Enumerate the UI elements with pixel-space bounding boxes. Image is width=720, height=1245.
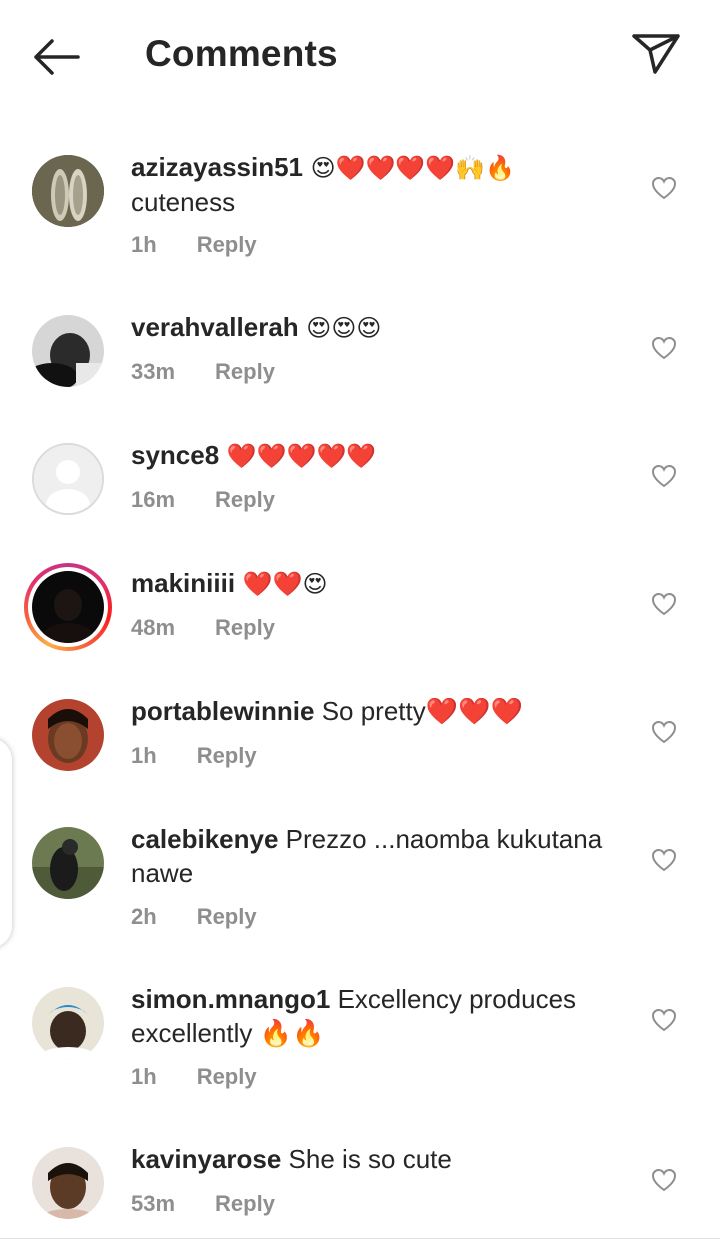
comment-username[interactable]: verahvallerah [131, 312, 299, 342]
comment-text: calebikenye Prezzo ...naomba kukutana na… [131, 822, 631, 890]
comment-meta: 53m Reply [131, 1191, 275, 1217]
avatar[interactable] [32, 443, 104, 515]
comment-text: synce8 ❤️❤️❤️❤️❤️ [131, 438, 631, 473]
like-button[interactable] [651, 336, 677, 360]
comment-content: Excellency produces [330, 984, 577, 1014]
comment-username[interactable]: calebikenye [131, 824, 278, 854]
avatar[interactable] [32, 315, 104, 387]
like-button[interactable] [651, 464, 677, 488]
comment-meta: 1h Reply [131, 743, 257, 769]
comment-meta: 16m Reply [131, 487, 275, 513]
comment-content-line2: excellently 🔥🔥 [131, 1018, 325, 1048]
edge-panel-handle[interactable] [0, 738, 12, 948]
comment-username[interactable]: makiniiii [131, 568, 235, 598]
comment-time: 33m [131, 359, 176, 384]
like-button[interactable] [651, 1168, 677, 1192]
reply-button[interactable]: Reply [215, 1191, 275, 1216]
comment-text: portablewinnie So pretty❤️❤️❤️ [131, 694, 631, 728]
comment-time: 48m [131, 615, 176, 640]
avatar[interactable] [32, 155, 104, 227]
reply-button[interactable]: Reply [197, 904, 257, 929]
comment-content: 😍❤️❤️❤️❤️🙌🔥 [303, 154, 515, 182]
comment-time: 53m [131, 1191, 176, 1216]
comment-username[interactable]: kavinyarose [131, 1144, 281, 1174]
comment-meta: 2h Reply [131, 904, 257, 930]
comment-text: simon.mnango1 Excellency produces excell… [131, 982, 631, 1050]
heart-outline-icon [651, 336, 677, 360]
share-button[interactable] [628, 28, 684, 78]
comment-meta: 1h Reply [131, 232, 257, 258]
comment-meta: 33m Reply [131, 359, 275, 385]
reply-button[interactable]: Reply [197, 743, 257, 768]
story-ring-avatar[interactable] [24, 563, 112, 651]
comment-meta: 48m Reply [131, 615, 275, 641]
comment-content: 😍😍😍 [298, 314, 382, 342]
like-button[interactable] [651, 592, 677, 616]
avatar[interactable] [32, 699, 104, 771]
reply-button[interactable]: Reply [215, 359, 275, 384]
comment-username[interactable]: synce8 [131, 440, 219, 470]
comment-time: 1h [131, 232, 157, 257]
page-title: Comments [145, 33, 338, 74]
heart-outline-icon [651, 1008, 677, 1032]
like-button[interactable] [651, 720, 677, 744]
comment-content: She is so cute [281, 1144, 452, 1174]
comment-text: makiniiii ❤️❤️😍 [131, 566, 631, 601]
comment-content: So pretty❤️❤️❤️ [314, 696, 523, 726]
comment-time: 1h [131, 743, 157, 768]
comment-content: ❤️❤️❤️❤️❤️ [219, 442, 377, 470]
paper-plane-icon [632, 34, 680, 74]
comment-time: 16m [131, 487, 176, 512]
like-button[interactable] [651, 176, 677, 200]
comment-text: azizayassin51 😍❤️❤️❤️❤️🙌🔥 cuteness [131, 150, 631, 219]
like-button[interactable] [651, 848, 677, 872]
comment-username[interactable]: azizayassin51 [131, 152, 303, 182]
heart-outline-icon [651, 1168, 677, 1192]
heart-outline-icon [651, 592, 677, 616]
comment-content: ❤️❤️😍 [235, 570, 328, 598]
comment-username[interactable]: simon.mnango1 [131, 984, 330, 1014]
comment-text: verahvallerah 😍😍😍 [131, 310, 631, 345]
comment-content-line2: cuteness [131, 187, 236, 217]
heart-outline-icon [651, 720, 677, 744]
reply-button[interactable]: Reply [215, 615, 275, 640]
comment-time: 1h [131, 1064, 157, 1089]
default-user-icon [34, 445, 102, 513]
arrow-left-icon [34, 39, 80, 75]
header-bar: Comments [0, 0, 720, 110]
comment-username[interactable]: portablewinnie [131, 696, 314, 726]
comment-text: kavinyarose She is so cute [131, 1142, 631, 1176]
comment-time: 2h [131, 904, 157, 929]
avatar[interactable] [32, 827, 104, 899]
reply-button[interactable]: Reply [215, 487, 275, 512]
heart-outline-icon [651, 464, 677, 488]
back-button[interactable] [28, 34, 84, 80]
divider [0, 1238, 720, 1239]
avatar[interactable] [32, 1147, 104, 1219]
heart-outline-icon [651, 848, 677, 872]
reply-button[interactable]: Reply [197, 232, 257, 257]
comment-content-line2: nawe [131, 858, 194, 888]
comment-meta: 1h Reply [131, 1064, 257, 1090]
like-button[interactable] [651, 1008, 677, 1032]
heart-outline-icon [651, 176, 677, 200]
avatar[interactable] [32, 987, 104, 1059]
comment-content: Prezzo ...naomba kukutana [278, 824, 603, 854]
reply-button[interactable]: Reply [197, 1064, 257, 1089]
